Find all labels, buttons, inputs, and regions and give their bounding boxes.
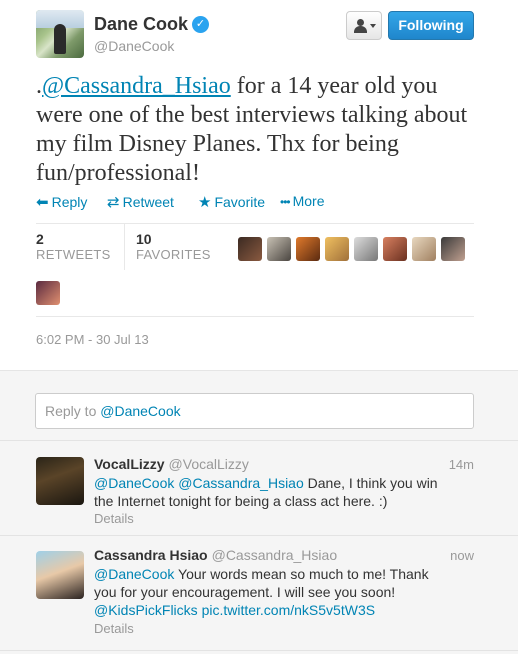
author-name[interactable]: Dane Cook	[94, 14, 188, 35]
author-avatar[interactable]	[36, 10, 84, 58]
following-button[interactable]: Following	[388, 11, 474, 40]
retweet-icon: ⇄	[107, 194, 120, 211]
favorites-count: 10	[136, 231, 152, 247]
retweet-action[interactable]: ⇄ Retweet	[107, 193, 174, 211]
user-icon	[357, 19, 364, 26]
tweet-card: Dane Cook ✓ @DaneCook Following .@Cassan…	[0, 0, 518, 370]
reply-input-handle: @DaneCook	[100, 403, 181, 419]
reply-link-pic[interactable]: pic.twitter.com/nkS5v5tW3S	[202, 602, 376, 618]
reply-details-link[interactable]: Details	[94, 621, 134, 636]
retweets-label: RETWEETS	[36, 247, 111, 262]
favorites-label: FAVORITES	[136, 247, 211, 262]
favorites-stat[interactable]: 10 FAVORITES	[136, 232, 211, 263]
more-icon: •••	[280, 195, 291, 209]
reply-author[interactable]: Cassandra Hsiao @Cassandra_Hsiao	[94, 547, 337, 563]
reply-input[interactable]: Reply to @DaneCook	[35, 393, 474, 429]
favoriter-avatar[interactable]	[441, 237, 465, 261]
retweets-count: 2	[36, 231, 44, 247]
favoriter-avatar[interactable]	[267, 237, 291, 261]
divider	[0, 650, 518, 651]
more-action[interactable]: ••• More	[280, 193, 325, 209]
reply-link-kidspickflicks[interactable]: @KidsPickFlicks	[94, 602, 198, 618]
reply-action-label: Reply	[51, 194, 88, 210]
verified-badge-icon: ✓	[192, 16, 209, 33]
replies-list: VocalLizzy @VocalLizzy 14m @DaneCook @Cas…	[0, 440, 518, 654]
favorite-action-label: Favorite	[214, 194, 266, 210]
reply-author-handle: @VocalLizzy	[168, 456, 249, 472]
reply-avatar[interactable]	[36, 457, 84, 505]
reply-action[interactable]: ⬅ Reply	[36, 193, 87, 211]
reply-item[interactable]: Cassandra Hsiao @Cassandra_Hsiao now @Dan…	[0, 535, 518, 650]
stat-divider	[124, 224, 125, 270]
favoriter-avatar[interactable]	[36, 281, 60, 305]
retweets-stat[interactable]: 2 RETWEETS	[36, 232, 111, 263]
reply-author-name: VocalLizzy	[94, 456, 165, 472]
reply-item[interactable]: VocalLizzy @VocalLizzy 14m @DaneCook @Cas…	[0, 440, 518, 535]
favorite-action[interactable]: ★ Favorite	[198, 193, 265, 211]
reply-author[interactable]: VocalLizzy @VocalLizzy	[94, 456, 249, 472]
tweet-text: .@Cassandra_Hsiao for a 14 year old you …	[36, 72, 476, 188]
retweet-action-label: Retweet	[122, 194, 174, 210]
tweet-mention-link[interactable]: @Cassandra_Hsiao	[42, 73, 231, 99]
reply-author-handle: @Cassandra_Hsiao	[211, 547, 338, 563]
reply-details-link[interactable]: Details	[94, 511, 134, 526]
reply-author-name: Cassandra Hsiao	[94, 547, 208, 563]
reply-input-prefix: Reply to	[45, 403, 101, 419]
favoriter-avatar[interactable]	[412, 237, 436, 261]
reply-text: @DaneCook Your words mean so much to me!…	[94, 565, 444, 619]
user-actions-button[interactable]	[346, 11, 382, 40]
divider	[36, 316, 474, 317]
reply-avatar[interactable]	[36, 551, 84, 599]
reply-time[interactable]: now	[450, 548, 474, 563]
favoriter-avatar[interactable]	[383, 237, 407, 261]
tweet-timestamp[interactable]: 6:02 PM - 30 Jul 13	[36, 332, 149, 347]
favoriter-avatar[interactable]	[325, 237, 349, 261]
favoriter-avatar[interactable]	[354, 237, 378, 261]
favoriter-avatar[interactable]	[296, 237, 320, 261]
avatar-figure	[54, 24, 66, 54]
reply-text: @DaneCook @Cassandra_Hsiao Dane, I think…	[94, 474, 454, 510]
reply-mentions-link[interactable]: @DaneCook @Cassandra_Hsiao	[94, 475, 304, 491]
author-handle[interactable]: @DaneCook	[94, 38, 174, 54]
reply-mentions-link[interactable]: @DaneCook	[94, 566, 174, 582]
more-action-label: More	[292, 193, 325, 209]
favoriter-avatar[interactable]	[238, 237, 262, 261]
reply-area: Reply to @DaneCook	[0, 370, 518, 440]
chevron-down-icon	[370, 24, 376, 28]
divider	[36, 223, 474, 224]
reply-time[interactable]: 14m	[449, 457, 474, 472]
user-icon-body	[354, 26, 367, 33]
star-icon: ★	[198, 194, 212, 211]
reply-icon: ⬅	[36, 194, 49, 211]
